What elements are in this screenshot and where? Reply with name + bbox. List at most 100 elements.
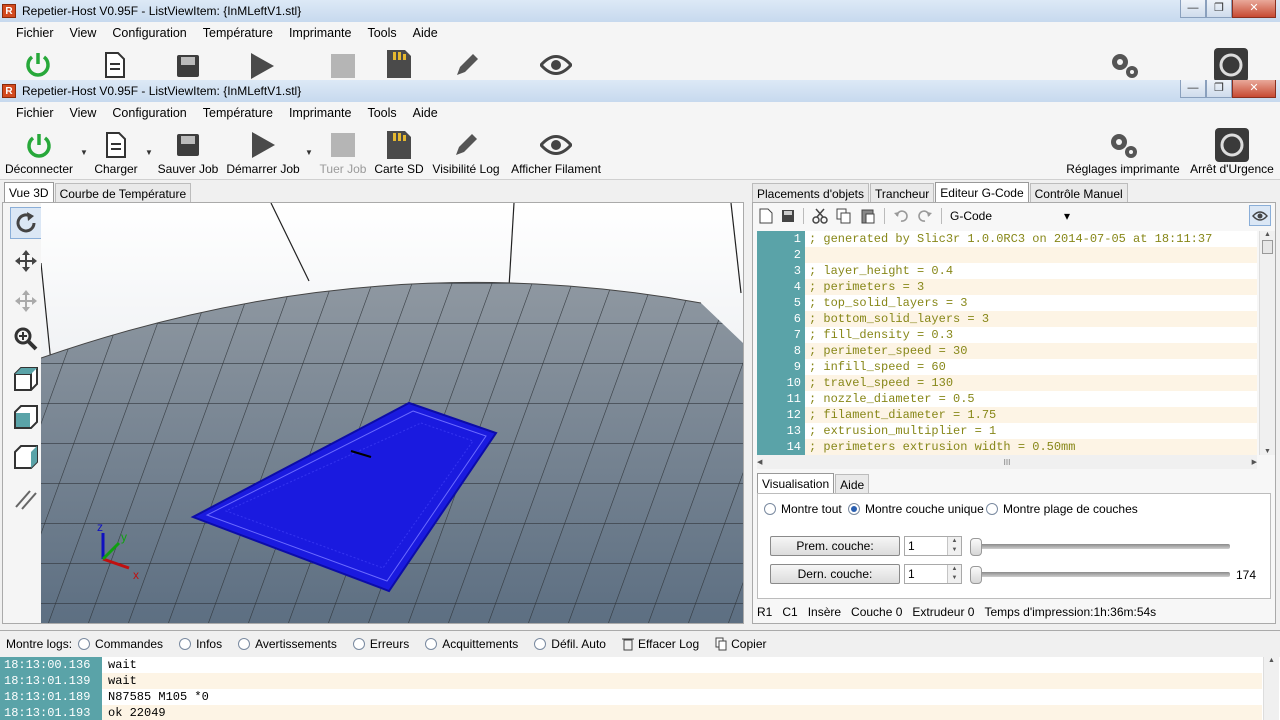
tab-help[interactable]: Aide: [835, 474, 870, 493]
sd-card-button[interactable]: Carte SD: [372, 128, 426, 176]
save-icon[interactable]: [176, 54, 200, 78]
printer-settings-button[interactable]: Réglages imprimante: [1064, 128, 1182, 176]
app-icon: R: [2, 4, 16, 18]
log-visibility-button[interactable]: Visibilité Log: [428, 128, 504, 176]
log-list[interactable]: 18:13:00.136 wait 18:13:01.139 wait 18:13:…: [0, 657, 1262, 720]
editor-vertical-scrollbar[interactable]: ▲ ▼: [1259, 231, 1275, 455]
first-layer-slider-thumb[interactable]: [970, 538, 982, 556]
copy-icon[interactable]: [836, 208, 852, 224]
play-icon[interactable]: [248, 52, 276, 80]
show-filament-button[interactable]: Afficher Filament: [506, 128, 606, 176]
start-job-button[interactable]: Démarrer Job: [224, 128, 302, 176]
last-layer-slider[interactable]: [976, 572, 1230, 577]
menu-temperature[interactable]: Température: [195, 26, 281, 40]
gcode-line: 14; perimeters extrusion width = 0.50mm: [757, 439, 1257, 455]
log-infos-toggle[interactable]: Infos: [179, 637, 222, 651]
last-layer-button[interactable]: Dern. couche:: [770, 564, 900, 584]
show-filament-label: Afficher Filament: [511, 162, 601, 176]
eye-icon[interactable]: [540, 54, 572, 76]
tab-visualisation[interactable]: Visualisation: [757, 473, 835, 494]
start-job-label: Démarrer Job: [226, 162, 300, 176]
view-side-icon[interactable]: [10, 401, 42, 433]
menu-configuration[interactable]: Configuration: [104, 106, 194, 120]
copy-log-button[interactable]: Copier: [715, 637, 767, 651]
menu-configuration[interactable]: Configuration: [104, 26, 194, 40]
single-layer-radio[interactable]: Montre couche unique: [848, 502, 984, 516]
cut-icon[interactable]: [812, 208, 828, 224]
menu-tools[interactable]: Tools: [359, 26, 404, 40]
move-object-icon[interactable]: [10, 285, 42, 317]
log-warnings-toggle[interactable]: Avertissements: [238, 637, 337, 651]
emergency-stop-button[interactable]: Arrêt d'Urgence: [1186, 128, 1278, 176]
minimize-button[interactable]: —: [1180, 0, 1206, 18]
sd-card-icon[interactable]: [385, 48, 413, 80]
menu-imprimante[interactable]: Imprimante: [281, 26, 360, 40]
emergency-stop-icon[interactable]: [1214, 48, 1248, 82]
load-button[interactable]: Charger: [90, 128, 142, 176]
tab-slicer[interactable]: Trancheur: [870, 183, 935, 202]
column-indicator: C1: [782, 605, 798, 619]
log-autoscroll-toggle[interactable]: Défil. Auto: [534, 637, 606, 651]
disconnect-button[interactable]: Déconnecter: [2, 128, 76, 176]
undo-icon[interactable]: [893, 208, 909, 224]
menu-temperature[interactable]: Température: [195, 106, 281, 120]
menu-fichier[interactable]: Fichier: [8, 26, 62, 40]
log-commands-toggle[interactable]: Commandes: [78, 637, 163, 651]
print-bed-3d-canvas[interactable]: z x y: [41, 203, 743, 623]
layer-range-radio[interactable]: Montre plage de couches: [986, 502, 1138, 516]
redo-icon[interactable]: [917, 208, 933, 224]
editor-horizontal-scrollbar[interactable]: ◀ III ▶: [757, 455, 1257, 469]
menu-aide[interactable]: Aide: [405, 26, 446, 40]
gears-icon[interactable]: [1108, 50, 1140, 80]
log-errors-toggle[interactable]: Erreurs: [352, 637, 409, 651]
tab-temperature-curve[interactable]: Courbe de Température: [54, 183, 192, 202]
gcode-type-select[interactable]: G-Code ▾: [950, 209, 1070, 223]
power-icon[interactable]: [24, 50, 52, 78]
paste-icon[interactable]: [860, 208, 876, 224]
document-icon[interactable]: [104, 52, 126, 78]
eye-icon[interactable]: [1249, 205, 1271, 226]
main-toolbar: Déconnecter ▼ Charger ▼ Sauver Job Démar…: [0, 124, 1280, 180]
move-icon[interactable]: [10, 245, 42, 277]
chevron-down-icon[interactable]: ▼: [145, 148, 153, 157]
view-top-icon[interactable]: [10, 441, 42, 473]
tab-object-placement[interactable]: Placements d'objets: [752, 183, 870, 202]
view-front-icon[interactable]: [10, 363, 42, 395]
slash-lines-icon[interactable]: [10, 483, 42, 515]
close-button[interactable]: ✕: [1232, 0, 1276, 18]
rotate-icon[interactable]: [10, 207, 42, 239]
clear-log-button[interactable]: Effacer Log: [621, 637, 699, 651]
log-scrollbar[interactable]: ▲: [1263, 657, 1279, 720]
show-all-radio[interactable]: Montre tout: [764, 502, 842, 516]
visualisation-panel: Montre tout Montre couche unique Montre …: [757, 493, 1271, 599]
last-layer-slider-thumb[interactable]: [970, 566, 982, 584]
gcode-text-area[interactable]: 1; generated by Slic3r 1.0.0RC3 on 2014-…: [757, 231, 1257, 455]
maximize-button[interactable]: ❐: [1206, 0, 1232, 18]
menu-imprimante[interactable]: Imprimante: [281, 106, 360, 120]
zoom-icon[interactable]: [10, 323, 42, 355]
menu-aide[interactable]: Aide: [405, 106, 446, 120]
first-layer-spinner[interactable]: 1 ▲ ▼: [904, 536, 962, 556]
tab-3d-view[interactable]: Vue 3D: [4, 182, 54, 203]
first-layer-button[interactable]: Prem. couche:: [770, 536, 900, 556]
menu-tools[interactable]: Tools: [359, 106, 404, 120]
save-job-button[interactable]: Sauver Job: [156, 128, 220, 176]
menu-view[interactable]: View: [62, 106, 105, 120]
menu-fichier[interactable]: Fichier: [8, 106, 62, 120]
last-layer-spinner[interactable]: 1 ▲ ▼: [904, 564, 962, 584]
maximize-button[interactable]: ❐: [1206, 80, 1232, 98]
chevron-down-icon[interactable]: ▼: [80, 148, 88, 157]
first-layer-slider[interactable]: [976, 544, 1230, 549]
close-button[interactable]: ✕: [1232, 80, 1276, 98]
gcode-line: 12; filament_diameter = 1.75: [757, 407, 1257, 423]
new-file-icon[interactable]: [759, 208, 773, 224]
tab-manual-control[interactable]: Contrôle Manuel: [1029, 183, 1128, 202]
log-acks-toggle[interactable]: Acquittements: [425, 637, 518, 651]
chevron-down-icon[interactable]: ▼: [305, 148, 313, 157]
minimize-button[interactable]: —: [1180, 80, 1206, 98]
log-visibility-label: Visibilité Log: [432, 162, 500, 176]
tab-gcode-editor[interactable]: Editeur G-Code: [935, 182, 1029, 203]
save-icon[interactable]: [781, 209, 795, 223]
menu-view[interactable]: View: [62, 26, 105, 40]
pencil-icon[interactable]: [454, 52, 480, 78]
